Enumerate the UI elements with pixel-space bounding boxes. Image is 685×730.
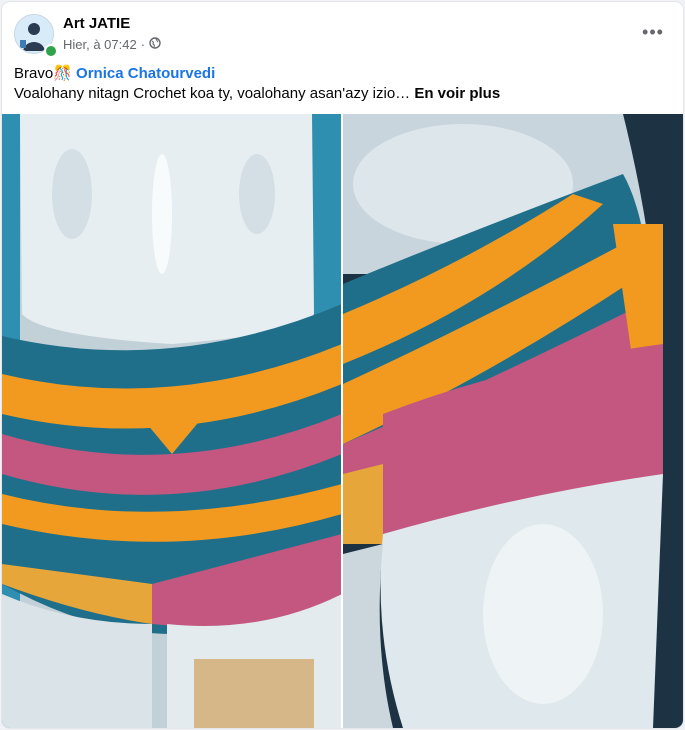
- photo-back[interactable]: [343, 114, 683, 728]
- post-time[interactable]: Hier, à 07:42: [63, 37, 137, 52]
- see-more-link[interactable]: En voir plus: [414, 85, 500, 102]
- more-options-icon[interactable]: •••: [641, 20, 665, 44]
- mention-link[interactable]: Ornica Chatourvedi: [76, 65, 215, 82]
- globe-icon[interactable]: [149, 37, 161, 52]
- author-name[interactable]: Art JATIE: [63, 15, 130, 32]
- photo-grid: [2, 114, 683, 728]
- post-header: Art JATIE Hier, à 07:42 · •••: [2, 2, 683, 62]
- post-text: Bravo🎊 Ornica Chatourvedi Voalohany nita…: [14, 64, 669, 104]
- photo-front[interactable]: [2, 114, 341, 728]
- post-text-body: Voalohany nitagn Crochet koa ty, voaloha…: [14, 85, 411, 102]
- post-text-line1: Bravo🎊 Ornica Chatourvedi: [14, 64, 669, 84]
- post-text-prefix: Bravo: [14, 65, 54, 82]
- online-status-indicator: [44, 44, 58, 58]
- post-card: Art JATIE Hier, à 07:42 · ••• Bravo🎊 Orn…: [2, 2, 683, 728]
- celebration-emoji: 🎊: [53, 65, 72, 82]
- meta-separator: ·: [140, 37, 146, 52]
- post-text-line2: Voalohany nitagn Crochet koa ty, voaloha…: [14, 84, 669, 104]
- post-meta: Hier, à 07:42 ·: [63, 37, 161, 52]
